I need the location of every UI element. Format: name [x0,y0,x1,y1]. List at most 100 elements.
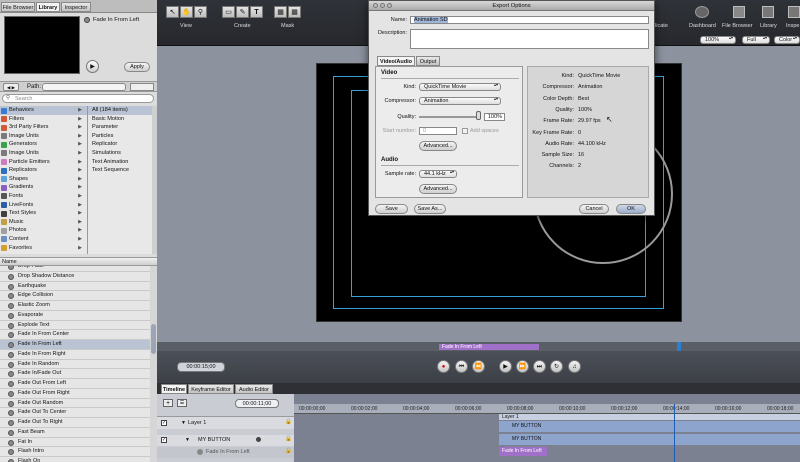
disclosure-triangle-icon[interactable]: ▼ [185,437,190,443]
subcategory-item[interactable]: Text Animation [88,158,152,167]
track-bar-behavior[interactable]: Fade In From Left [499,447,547,456]
mini-timeline-bar[interactable]: Fade In From Left [439,344,539,350]
text-tool-icon[interactable]: T [250,6,263,18]
subcategory-item[interactable]: Text Sequence [88,166,152,175]
layer-row-3[interactable]: Fade In From Left 🔒 [157,447,294,458]
rectangle-tool-icon[interactable]: ▭ [222,6,235,18]
behavior-list-item[interactable]: Fade In From Center [0,330,150,340]
behavior-list-item[interactable]: Fat In [0,437,150,448]
fast-forward-button[interactable]: ⏩ [516,360,529,373]
library-label[interactable]: Library [760,23,777,29]
category-item[interactable]: Text Styles ▶ [0,209,87,218]
video-advanced-button[interactable]: Advanced... [419,141,457,151]
subcategory-item[interactable]: Particles [88,132,152,141]
start-number-field[interactable]: 0 [419,127,457,135]
cancel-button[interactable]: Cancel [579,204,609,214]
color-popup[interactable]: Color [774,36,800,44]
category-item[interactable]: Music ▶ [0,218,87,227]
tab-video-audio[interactable]: Video/Audio [377,56,415,66]
behavior-list-item[interactable]: Drop Shadow Distance [0,271,150,282]
quality-slider-thumb[interactable] [476,111,481,120]
tab-keyframe-editor[interactable]: Keyframe Editor [188,384,234,394]
behavior-scrollbar[interactable] [150,266,157,462]
category-item[interactable]: Particle Emitters ▶ [0,158,87,167]
zoom-tool-icon[interactable]: ⚲ [194,6,207,18]
tab-library[interactable]: Library [36,2,60,12]
dashboard-label[interactable]: Dashboard [689,23,716,29]
disclosure-triangle-icon[interactable]: ▼ [181,420,186,426]
resolution-popup[interactable]: Full [742,36,770,44]
category-item[interactable]: Shapes ▶ [0,175,87,184]
behavior-list-item[interactable]: Flash On [0,457,150,462]
behavior-list-item[interactable]: Elastic Zoom [0,301,150,311]
file-browser-icon[interactable] [733,6,745,18]
apply-button[interactable]: Apply [124,62,150,72]
mask-rect-tool-icon[interactable]: ▦ [274,6,287,18]
behavior-list-item[interactable]: Fade In/Fade Out [0,369,150,379]
audio-button[interactable]: ♫ [568,360,581,373]
compressor-popup[interactable]: Animation [419,97,501,105]
subcategory-item[interactable]: Parameter [88,123,152,132]
zoom-popup[interactable]: 100% [700,36,736,44]
tab-audio-editor[interactable]: Audio Editor [235,384,273,394]
track-bar-button-2[interactable]: MY BUTTON [499,434,800,445]
subcategory-item[interactable]: Basic Motion [88,115,152,124]
layer-row-1[interactable]: ✓ ▼ Layer 1 🔒 [157,416,294,429]
rewind-button[interactable]: ⏪ [472,360,485,373]
behavior-list-item[interactable]: Fade In From Right [0,349,150,360]
add-layer-button[interactable]: + [163,399,173,407]
behavior-list-item[interactable]: Fade Out To Right [0,418,150,428]
track-bar-layer[interactable]: Layer 1 [499,414,800,420]
category-item[interactable]: 3rd Party Filters ▶ [0,123,87,132]
category-item[interactable]: Content ▶ [0,235,87,244]
behavior-list-item[interactable]: Earthquake [0,281,150,292]
quality-field[interactable]: 100% [484,113,505,121]
hand-tool-icon[interactable]: ✋ [180,6,193,18]
play-transport-button[interactable]: ▶ [499,360,512,373]
category-item[interactable]: Replicators ▶ [0,166,87,175]
search-field[interactable]: ⚲ Search [2,94,154,103]
name-field[interactable]: Animation SD [410,16,649,24]
category-item[interactable]: Fonts ▶ [0,192,87,201]
view-toggle-buttons[interactable] [130,83,154,91]
category-item[interactable]: Gradients ▶ [0,183,87,192]
timeline-timecode[interactable]: 00:00:11;00 [235,399,279,408]
timeline-ruler[interactable]: 00:00:00;00 00:00:02;00 00:00:04;00 00:00:0… [294,404,800,414]
pen-tool-icon[interactable]: ✎ [236,6,249,18]
subcategory-item[interactable]: Simulations [88,149,152,158]
behavior-list-item[interactable]: Fade Out From Left [0,379,150,389]
tab-inspector[interactable]: Inspector [61,2,91,12]
category-item[interactable]: Behaviors ▶ [0,106,87,115]
behavior-list-item[interactable]: Fade Out Random [0,398,150,409]
behavior-list-item[interactable]: Edge Collision [0,291,150,301]
behavior-list-item[interactable]: Fade Out To Center [0,408,150,418]
behavior-list-item[interactable]: Fade In Random [0,359,150,370]
lock-icon[interactable]: 🔒 [285,436,292,442]
track-bar-button-1[interactable]: MY BUTTON [499,421,800,432]
ok-button[interactable]: OK [616,204,646,214]
behavior-scroll-thumb[interactable] [151,324,156,354]
behavior-list-item[interactable]: Fade In From Left [0,340,150,350]
category-item[interactable]: Generators ▶ [0,140,87,149]
save-button[interactable]: Save [375,204,408,214]
category-item[interactable]: Favorites ▶ [0,244,87,253]
category-item[interactable]: Filters ▶ [0,115,87,124]
lock-icon[interactable]: 🔒 [285,448,292,454]
back-forward-buttons[interactable]: ◀ ▶ [3,83,19,91]
timeline-playhead[interactable] [674,404,675,462]
description-field[interactable] [410,29,649,49]
file-browser-label[interactable]: File Browser [722,23,753,29]
inspector-icon[interactable] [788,6,800,18]
subcategory-item[interactable]: All (184 items) [88,106,152,115]
behavior-list-item[interactable]: Explode Text [0,320,150,331]
tab-timeline[interactable]: Timeline [161,384,187,394]
layer-options-button[interactable]: ☰ [177,399,187,407]
audio-advanced-button[interactable]: Advanced... [419,184,457,194]
category-item[interactable]: LiveFonts ▶ [0,201,87,210]
category-item[interactable]: Image Units ▶ [0,149,87,158]
behavior-list-item[interactable]: Fade Out From Right [0,388,150,399]
layer-checkbox[interactable]: ✓ [161,437,167,443]
play-button[interactable]: ▶ [86,60,99,73]
mask-pen-tool-icon[interactable]: ▦ [288,6,301,18]
go-to-start-button[interactable]: ⏮ [455,360,468,373]
